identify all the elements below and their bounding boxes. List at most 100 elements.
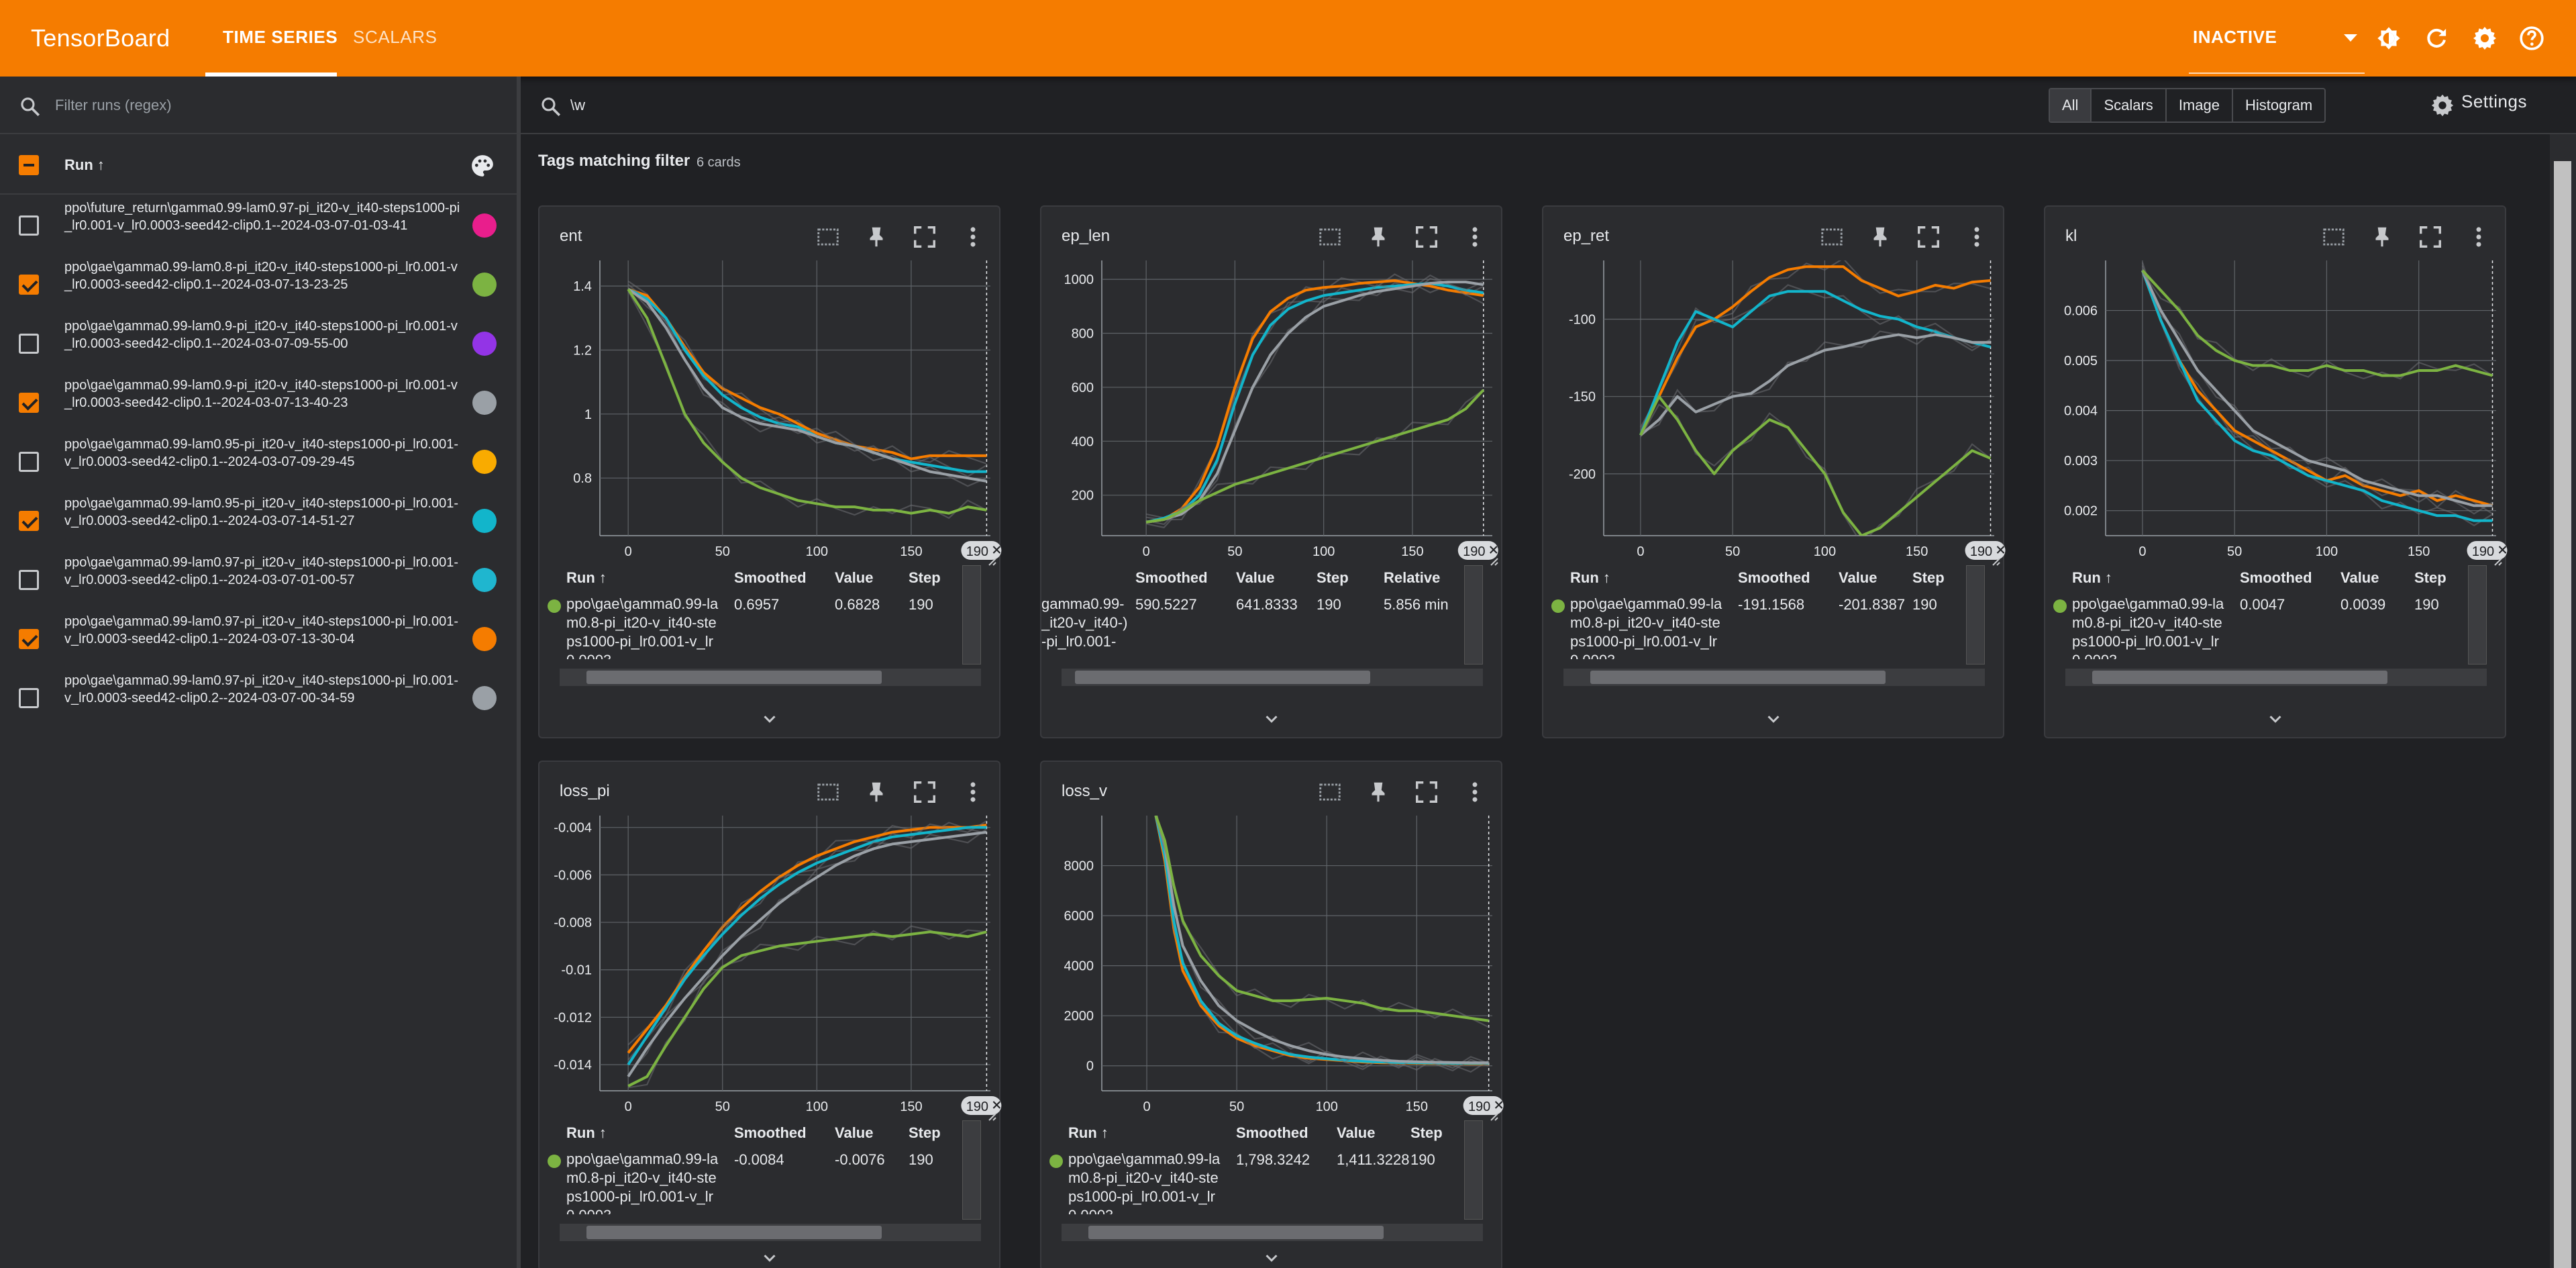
- table-column-header[interactable]: Smoothed: [734, 569, 807, 587]
- table-vertical-scrollbar[interactable]: [962, 565, 981, 665]
- run-color-swatch[interactable]: [472, 273, 497, 297]
- line-chart[interactable]: 0 50 100 150 8000 6000 4000 2000 0 190: [1041, 762, 1504, 1121]
- run-checkbox[interactable]: [19, 393, 39, 413]
- chevron-down-icon[interactable]: [1763, 709, 1784, 729]
- filter-scalars-button[interactable]: Scalars: [2090, 89, 2165, 121]
- run-checkbox[interactable]: [19, 452, 39, 472]
- table-column-header[interactable]: Run ↑: [1570, 569, 1610, 587]
- settings-icon[interactable]: [2471, 25, 2498, 52]
- table-column-header[interactable]: Step: [1317, 569, 1349, 587]
- table-horizontal-scrollbar[interactable]: [560, 669, 981, 686]
- run-checkbox[interactable]: [19, 511, 39, 531]
- table-vertical-scrollbar[interactable]: [962, 1120, 981, 1220]
- run-row[interactable]: ppo\gae\gamma0.99-lam0.8-pi_it20-v_it40-…: [0, 255, 517, 314]
- run-color-swatch[interactable]: [472, 568, 497, 592]
- table-column-header[interactable]: Run ↑: [566, 569, 607, 587]
- tab-scalars[interactable]: SCALARS: [353, 27, 437, 48]
- chevron-down-icon[interactable]: [1261, 709, 1282, 729]
- run-checkbox[interactable]: [19, 688, 39, 708]
- table-vertical-scrollbar[interactable]: [1966, 565, 1985, 665]
- line-chart[interactable]: 0 50 100 150 -100 -150 -200 190: [1543, 207, 2006, 566]
- run-checkbox[interactable]: [19, 570, 39, 590]
- run-row[interactable]: ppo\gae\gamma0.99-lam0.9-pi_it20-v_it40-…: [0, 373, 517, 432]
- run-color-swatch[interactable]: [472, 332, 497, 356]
- run-row[interactable]: ppo\gae\gamma0.99-lam0.97-pi_it20-v_it40…: [0, 669, 517, 728]
- help-icon[interactable]: [2518, 25, 2545, 52]
- table-column-header[interactable]: Step: [909, 1124, 941, 1142]
- table-column-header[interactable]: Run ↑: [566, 1124, 607, 1142]
- run-checkbox[interactable]: [19, 215, 39, 236]
- chevron-down-icon[interactable]: [760, 709, 780, 729]
- line-chart[interactable]: 0 50 100 150 0.006 0.005 0.004 0.003 0.002 190: [2045, 207, 2508, 566]
- table-column-header[interactable]: Value: [1236, 569, 1274, 587]
- table-column-header[interactable]: Step: [1410, 1124, 1443, 1142]
- table-scrollbar-thumb[interactable]: [1075, 671, 1370, 684]
- table-column-header[interactable]: Value: [1839, 569, 1877, 587]
- main-scrollbar-thumb[interactable]: [2554, 161, 2571, 1268]
- table-column-header[interactable]: Run ↑: [2072, 569, 2112, 587]
- table-column-header[interactable]: Smoothed: [1738, 569, 1810, 587]
- table-column-header[interactable]: Value: [835, 569, 873, 587]
- tag-filter-input[interactable]: \w: [570, 97, 585, 114]
- table-vertical-scrollbar[interactable]: [1464, 1120, 1483, 1220]
- table-horizontal-scrollbar[interactable]: [2065, 669, 2487, 686]
- table-horizontal-scrollbar[interactable]: [560, 1224, 981, 1241]
- table-vertical-scrollbar[interactable]: [1464, 565, 1483, 665]
- run-color-swatch[interactable]: [472, 509, 497, 533]
- table-column-header[interactable]: Value: [2340, 569, 2379, 587]
- filter-all-button[interactable]: All: [2050, 89, 2091, 121]
- run-row[interactable]: ppo\gae\gamma0.99-lam0.95-pi_it20-v_it40…: [0, 491, 517, 550]
- chevron-down-icon[interactable]: [2344, 34, 2357, 42]
- chevron-down-icon[interactable]: [1261, 1248, 1282, 1268]
- table-scrollbar-thumb[interactable]: [2092, 671, 2387, 684]
- panel-resize-handle[interactable]: [517, 77, 521, 1268]
- filter-histogram-button[interactable]: Histogram: [2231, 89, 2324, 121]
- table-column-header[interactable]: Value: [1337, 1124, 1375, 1142]
- line-chart[interactable]: 0 50 100 150 1000 800 600 400 200 190: [1041, 207, 1504, 566]
- run-row[interactable]: ppo\gae\gamma0.99-lam0.95-pi_it20-v_it40…: [0, 432, 517, 491]
- runs-filter[interactable]: Filter runs (regex): [0, 77, 517, 134]
- table-column-header[interactable]: Step: [909, 569, 941, 587]
- run-row[interactable]: ppo\gae\gamma0.99-lam0.9-pi_it20-v_it40-…: [0, 314, 517, 373]
- run-row[interactable]: ppo\future_return\gamma0.99-lam0.97-pi_i…: [0, 196, 517, 255]
- table-vertical-scrollbar[interactable]: [2468, 565, 2487, 665]
- run-column-header[interactable]: Run ↑: [64, 156, 105, 174]
- table-column-header[interactable]: Smoothed: [2240, 569, 2312, 587]
- table-horizontal-scrollbar[interactable]: [1563, 669, 1985, 686]
- table-column-header[interactable]: Smoothed: [1236, 1124, 1308, 1142]
- run-color-swatch[interactable]: [472, 450, 497, 474]
- run-checkbox[interactable]: [19, 629, 39, 649]
- chevron-down-icon[interactable]: [2265, 709, 2285, 729]
- table-column-header[interactable]: Step: [1912, 569, 1945, 587]
- run-color-swatch[interactable]: [472, 627, 497, 651]
- select-all-checkbox[interactable]: [19, 155, 39, 175]
- plugin-selector[interactable]: INACTIVE: [2193, 27, 2277, 48]
- run-row[interactable]: ppo\gae\gamma0.99-lam0.97-pi_it20-v_it40…: [0, 609, 517, 669]
- run-color-swatch[interactable]: [472, 686, 497, 710]
- table-scrollbar-thumb[interactable]: [586, 1226, 882, 1239]
- table-column-header[interactable]: Run ↑: [1068, 1124, 1109, 1142]
- run-row[interactable]: ppo\gae\gamma0.99-lam0.97-pi_it20-v_it40…: [0, 550, 517, 609]
- table-scrollbar-thumb[interactable]: [1590, 671, 1886, 684]
- settings-button[interactable]: Settings: [2461, 91, 2527, 112]
- line-chart[interactable]: 0 50 100 150 1.4 1.2 1 0.8 190: [539, 207, 1002, 566]
- table-scrollbar-thumb[interactable]: [586, 671, 882, 684]
- line-chart[interactable]: 0 50 100 150 -0.004 -0.006 -0.008 -0.01 -0.012 -0…: [539, 762, 1002, 1121]
- table-column-header[interactable]: Smoothed: [1135, 569, 1208, 587]
- tab-time-series[interactable]: TIME SERIES: [223, 27, 338, 48]
- table-horizontal-scrollbar[interactable]: [1062, 669, 1483, 686]
- brightness-icon[interactable]: [2375, 25, 2402, 52]
- chevron-down-icon[interactable]: [760, 1248, 780, 1268]
- table-column-header[interactable]: Relative: [1384, 569, 1440, 587]
- table-column-header[interactable]: Smoothed: [734, 1124, 807, 1142]
- refresh-icon[interactable]: [2423, 25, 2450, 52]
- runs-filter-input[interactable]: Filter runs (regex): [55, 97, 172, 114]
- table-column-header[interactable]: Value: [835, 1124, 873, 1142]
- gear-icon[interactable]: [2430, 93, 2455, 118]
- palette-icon[interactable]: [470, 153, 495, 179]
- run-color-swatch[interactable]: [472, 391, 497, 415]
- table-horizontal-scrollbar[interactable]: [1062, 1224, 1483, 1241]
- filter-image-button[interactable]: Image: [2165, 89, 2232, 121]
- run-checkbox[interactable]: [19, 275, 39, 295]
- table-scrollbar-thumb[interactable]: [1088, 1226, 1384, 1239]
